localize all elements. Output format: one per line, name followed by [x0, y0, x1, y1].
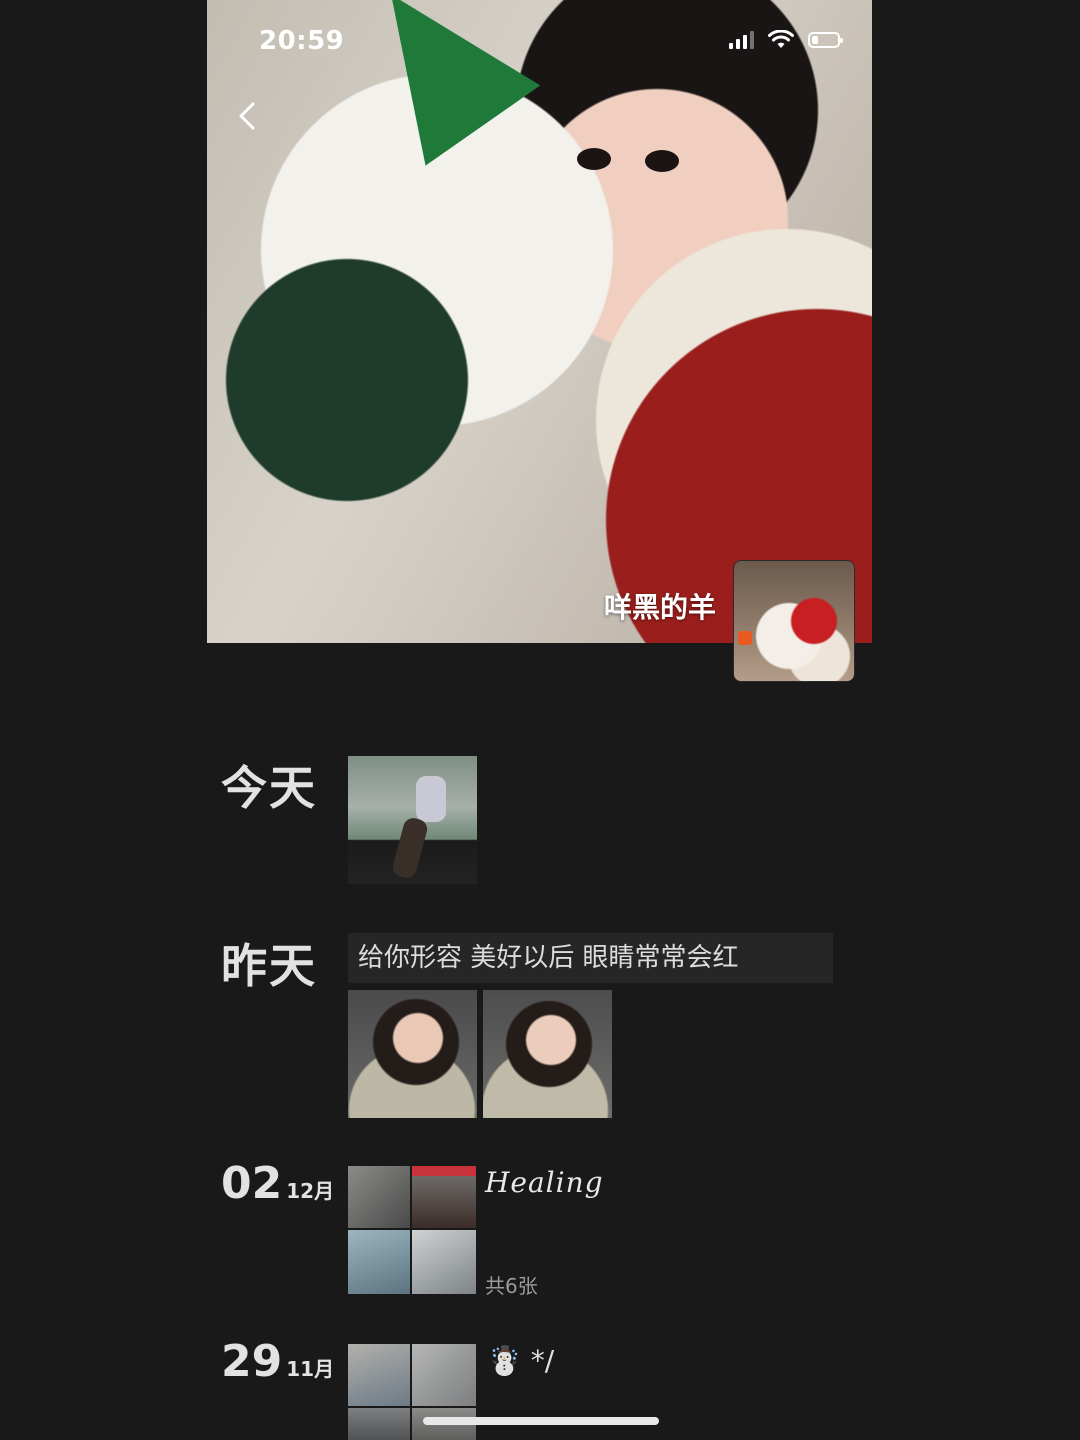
profile-avatar[interactable]	[733, 560, 855, 682]
post-thumbnail-detail	[390, 815, 430, 881]
signal-icon	[729, 31, 754, 49]
post-thumbnail[interactable]	[348, 1166, 410, 1228]
post-thumbnail[interactable]	[348, 1230, 410, 1294]
cover-decoration	[577, 148, 611, 170]
battery-icon	[808, 32, 843, 48]
month-label: 11月	[286, 1357, 335, 1381]
date-day: 02 12月	[221, 1158, 334, 1209]
status-time: 20:59	[259, 26, 345, 56]
post-caption[interactable]: Healing	[485, 1166, 604, 1199]
home-indicator[interactable]	[423, 1417, 659, 1425]
date-day: 29 11月	[221, 1336, 334, 1387]
wifi-icon	[768, 30, 794, 48]
post-thumbnail[interactable]	[483, 990, 612, 1118]
post-thumbnail[interactable]	[348, 990, 477, 1118]
date-yesterday: 昨天	[221, 939, 317, 993]
cover-photo[interactable]: 20:59 咩黑的羊	[207, 0, 872, 643]
day-number: 29	[221, 1336, 283, 1387]
cover-decoration	[333, 0, 541, 166]
photo-count: 共6张	[485, 1274, 538, 1298]
chevron-left-icon[interactable]	[231, 98, 267, 134]
post-thumbnail[interactable]	[412, 1230, 476, 1294]
date-today: 今天	[221, 761, 317, 815]
post-thumbnail[interactable]	[348, 756, 477, 884]
status-icons	[729, 30, 843, 50]
post-thumbnail[interactable]	[348, 1344, 410, 1406]
day-number: 02	[221, 1158, 283, 1209]
cover-decoration	[645, 150, 679, 172]
text-post[interactable]: 给你形容 美好以后 眼睛常常会红	[348, 933, 833, 983]
post-caption[interactable]: ☃️ */	[487, 1344, 554, 1377]
post-thumbnail[interactable]	[348, 1408, 410, 1440]
profile-username[interactable]: 咩黑的羊	[604, 586, 716, 626]
post-thumbnail[interactable]	[412, 1166, 476, 1228]
post-thumbnail-detail	[416, 776, 446, 822]
post-thumbnail[interactable]	[412, 1344, 476, 1406]
moments-page: 20:59 咩黑的羊 今天 昨天 给你形容 美好以后 眼睛常常会红 0212月	[207, 0, 872, 1440]
month-label: 12月	[286, 1179, 335, 1203]
